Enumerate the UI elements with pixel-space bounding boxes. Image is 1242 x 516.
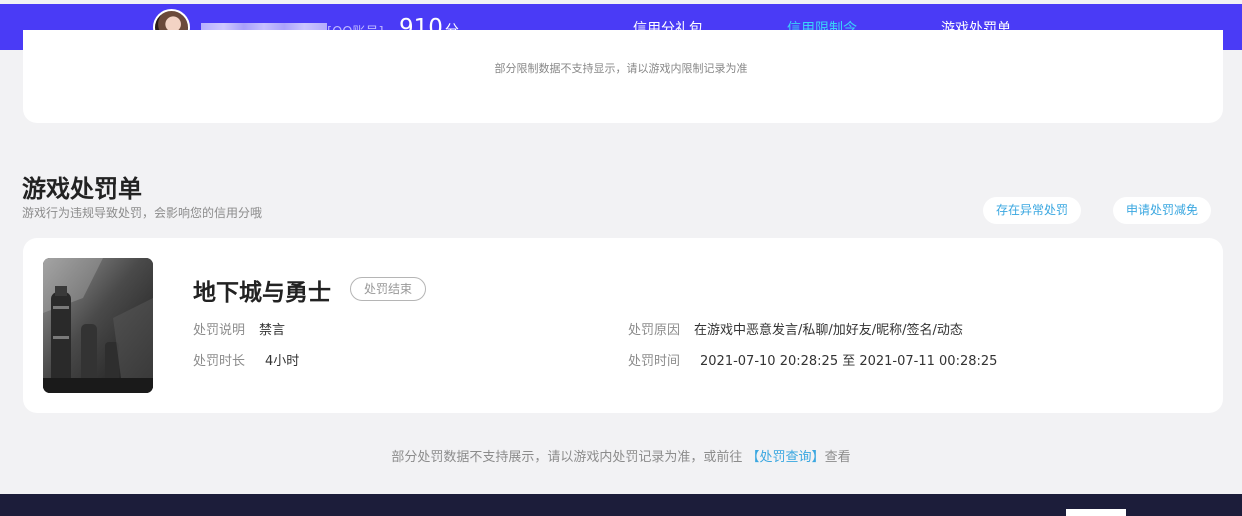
page-footer [0, 494, 1242, 516]
penalty-reason-row: 处罚说明 禁言 [193, 319, 285, 338]
penalty-reason-label: 处罚说明 [193, 323, 246, 338]
game-cover-art [43, 258, 153, 393]
penalty-section-subtitle: 游戏行为违规导致处罚，会影响您的信用分哦 [22, 206, 263, 220]
penalty-status-badge: 处罚结束 [350, 277, 427, 301]
penalty-query-link[interactable]: 【处罚查询】 [747, 450, 825, 465]
appeal-penalty-button[interactable]: 申请处罚减免 [1113, 197, 1212, 224]
penalty-cause-value: 在游戏中恶意发言/私聊/加好友/昵称/签名/动态 [694, 323, 963, 338]
restriction-note: 部分限制数据不支持显示，请以游戏内限制记录为准 [494, 62, 748, 75]
bottom-note-text: 部分处罚数据不支持展示，请以游戏内处罚记录为准，或前往 [391, 450, 747, 465]
penalty-time-label: 处罚时间 [628, 354, 681, 369]
penalty-cause-label: 处罚原因 [628, 323, 681, 338]
page: [QQ账号] 910分 信用分礼包 信用限制令 游戏处罚单 部分限制数据不支持显… [0, 0, 1242, 516]
penalty-duration-value: 4小时 [265, 354, 300, 369]
restriction-card [23, 30, 1223, 123]
penalty-cause-row: 处罚原因 在游戏中恶意发言/私聊/加好友/昵称/签名/动态 [628, 319, 963, 338]
footer-element [1066, 509, 1126, 516]
penalty-card: 地下城与勇士 处罚结束 处罚说明 禁言 处罚时长 4小时 处罚原因 在游戏中恶意发言/… [23, 238, 1223, 413]
penalty-duration-label: 处罚时长 [193, 354, 246, 369]
penalty-duration-row: 处罚时长 4小时 [193, 350, 299, 369]
game-cover-image [43, 258, 153, 393]
abnormal-penalty-button[interactable]: 存在异常处罚 [983, 197, 1082, 224]
penalty-time-value: 2021-07-10 20:28:25 至 2021-07-11 00:28:2… [700, 354, 998, 369]
penalty-time-row: 处罚时间 2021-07-10 20:28:25 至 2021-07-11 00:… [628, 350, 997, 369]
game-name: 地下城与勇士 [193, 280, 331, 306]
penalty-reason-value: 禁言 [259, 323, 286, 338]
penalty-bottom-note: 部分处罚数据不支持展示，请以游戏内处罚记录为准，或前往 【处罚查询】查看 [0, 446, 1242, 465]
penalty-section-title: 游戏处罚单 [22, 175, 142, 203]
bottom-note-suffix: 查看 [824, 450, 851, 465]
